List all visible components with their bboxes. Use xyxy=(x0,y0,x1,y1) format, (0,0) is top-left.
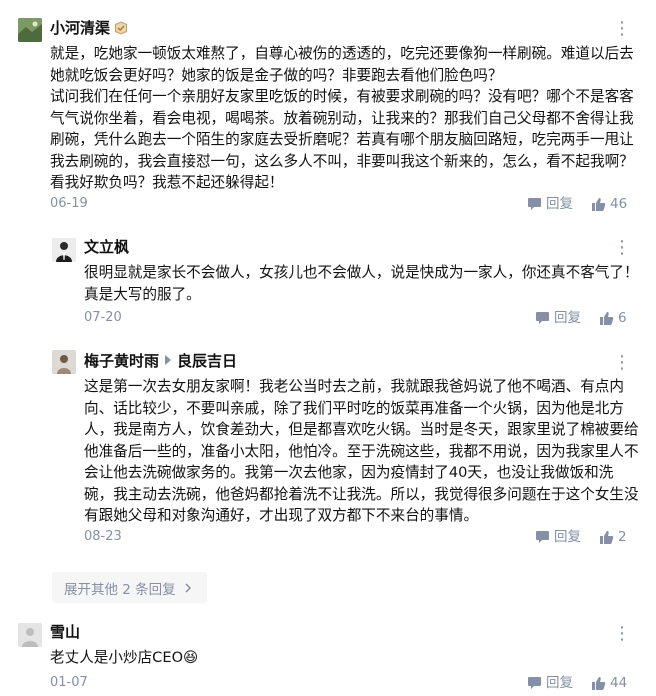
author-name-text[interactable]: 梅子黄时雨 xyxy=(84,352,159,370)
reply-to-name[interactable]: 良辰吉日 xyxy=(177,352,237,370)
reply-bubble-icon xyxy=(536,312,549,324)
avatar[interactable] xyxy=(18,18,42,42)
reply-button[interactable]: 回复 xyxy=(535,529,581,545)
comment-body: 这是第一次去女朋友家啊！我老公当时去之前，我就跟我爸妈说了他不喝酒、有点内向、话… xyxy=(84,376,639,527)
like-count[interactable]: 2 xyxy=(618,529,627,545)
author-name-text[interactable]: 文立枫 xyxy=(84,238,129,256)
author-name[interactable]: 梅子黄时雨 良辰吉日 xyxy=(84,351,237,371)
thumbs-up-icon xyxy=(600,311,614,325)
like-button[interactable]: 44 xyxy=(591,675,627,691)
more-options-icon[interactable]: ⋮ xyxy=(613,20,632,38)
thumbs-up-icon xyxy=(600,530,614,544)
expand-replies-label[interactable]: 展开其他 2 条回复 xyxy=(64,578,176,598)
comment-paragraph: 老丈人是小炒店CEO😆 xyxy=(50,649,199,666)
reply-button[interactable]: 回复 xyxy=(535,310,581,326)
comment-paragraph: 就是，吃她家一顿饭太难熬了，自尊心被伤的透透的，吃完还要像狗一样刷碗。难道以后去… xyxy=(50,45,634,84)
comment-date: 08-23 xyxy=(84,529,122,544)
like-count[interactable]: 44 xyxy=(610,675,627,691)
comment-paragraph: 这是第一次去女朋友家啊！我老公当时去之前，我就跟我爸妈说了他不喝酒、有点内向、话… xyxy=(84,378,639,524)
comment-body: 很明显就是家长不会做人，女孩儿也不会做人，说是快成为一家人，你还真不客气了！真是… xyxy=(84,262,639,305)
reply-button[interactable]: 回复 xyxy=(527,196,573,212)
like-button[interactable]: 46 xyxy=(591,196,627,212)
more-options-icon[interactable]: ⋮ xyxy=(613,625,632,643)
reply-button[interactable]: 回复 xyxy=(527,675,573,691)
reply-label[interactable]: 回复 xyxy=(546,675,573,691)
comment-date: 07-20 xyxy=(84,310,122,325)
more-options-icon[interactable]: ⋮ xyxy=(613,239,632,257)
reply-bubble-icon xyxy=(536,531,549,543)
reply-label[interactable]: 回复 xyxy=(554,529,581,545)
like-button[interactable]: 6 xyxy=(599,310,627,326)
comment-paragraph: 很明显就是家长不会做人，女孩儿也不会做人，说是快成为一家人，你还真不客气了！真是… xyxy=(84,264,639,303)
like-count[interactable]: 46 xyxy=(610,196,627,212)
reply-bubble-icon xyxy=(528,677,541,689)
like-button[interactable]: 2 xyxy=(599,529,627,545)
author-name-text[interactable]: 雪山 xyxy=(50,623,80,641)
comment-date: 06-19 xyxy=(50,196,88,211)
chevron-right-icon xyxy=(185,582,191,593)
author-name[interactable]: 文立枫 xyxy=(84,237,129,257)
reply-bubble-icon xyxy=(528,198,541,210)
expand-replies-button[interactable]: 展开其他 2 条回复 xyxy=(52,572,207,603)
reply-label[interactable]: 回复 xyxy=(546,196,573,212)
comment-body: 老丈人是小炒店CEO😆 xyxy=(50,647,640,669)
author-name-text[interactable]: 小河清渠 xyxy=(50,19,110,37)
thumbs-up-icon xyxy=(592,197,606,211)
verified-badge-icon xyxy=(114,20,128,35)
avatar[interactable] xyxy=(52,350,76,374)
more-options-icon[interactable]: ⋮ xyxy=(613,354,632,372)
reply-label[interactable]: 回复 xyxy=(554,310,581,326)
avatar[interactable] xyxy=(52,238,76,262)
like-count[interactable]: 6 xyxy=(618,310,627,326)
author-name[interactable]: 雪山 xyxy=(50,622,80,642)
avatar[interactable] xyxy=(18,623,42,647)
comment-body: 就是，吃她家一顿饭太难熬了，自尊心被伤的透透的，吃完还要像狗一样刷碗。难道以后去… xyxy=(50,43,640,194)
author-name[interactable]: 小河清渠 xyxy=(50,18,128,38)
comment-date: 01-07 xyxy=(50,675,88,690)
comment-paragraph: 试问我们在任何一个亲朋好友家里吃饭的时候，有被要求刷碗的吗？没有吧？哪个不是客客… xyxy=(50,88,634,191)
reply-arrow-icon xyxy=(165,355,172,365)
thumbs-up-icon xyxy=(592,676,606,690)
